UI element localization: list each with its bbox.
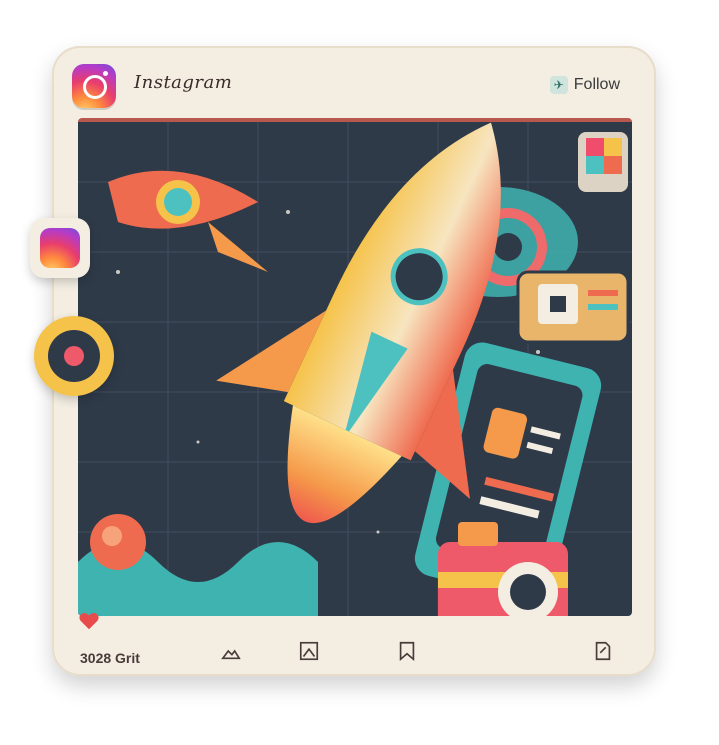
post-card: Instagram ✈ Follow 3028 Grit [52, 46, 656, 676]
instagram-logo-icon[interactable] [72, 64, 116, 108]
post-header: Instagram ✈ Follow [52, 46, 656, 120]
like-count: 3028 Grit [80, 650, 140, 666]
brand-name: Instagram [134, 72, 233, 93]
follow-icon: ✈ [549, 76, 568, 94]
image-frame-icon[interactable] [298, 640, 320, 662]
rocket-illustration [78, 122, 632, 616]
bookmark-icon[interactable] [396, 640, 418, 662]
floating-record-icon [34, 316, 114, 396]
floating-instagram-icon [30, 218, 90, 278]
heart-icon[interactable] [78, 610, 100, 632]
post-footer: 3028 Grit [52, 612, 656, 676]
image-icon[interactable] [220, 640, 242, 662]
share-icon[interactable] [592, 640, 614, 662]
follow-label: Follow [573, 76, 620, 93]
post-image [78, 118, 632, 616]
follow-button[interactable]: ✈ Follow [541, 70, 630, 100]
